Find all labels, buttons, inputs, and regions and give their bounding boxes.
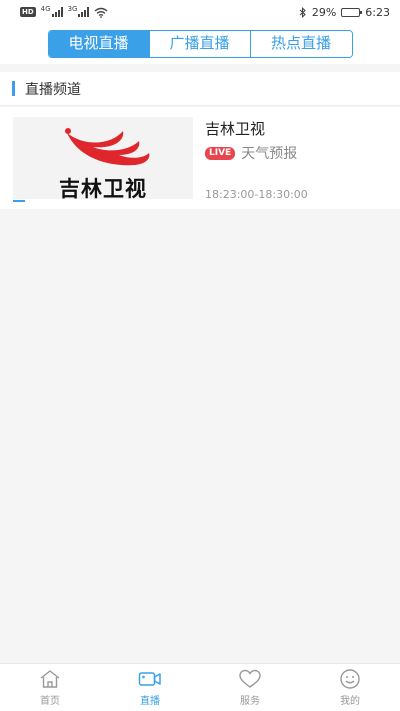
live-row: LIVE 天气预报 (205, 143, 297, 163)
nav-label-live: 直播 (140, 696, 160, 707)
nav-label-mine: 我的 (340, 696, 360, 707)
nav-item-home[interactable]: 首页 (0, 664, 100, 711)
program-name: 天气预报 (241, 146, 298, 162)
nav-label-home: 首页 (40, 696, 60, 707)
signal-icon (51, 7, 63, 17)
thumbnail-channel-text: 吉林卫视 (59, 177, 147, 199)
network-type-label: 4G (40, 5, 51, 13)
section-title: 直播频道 (25, 81, 81, 98)
heart-icon (239, 669, 261, 688)
nav-item-service[interactable]: 服务 (200, 664, 300, 711)
section-header: 直播频道 (0, 72, 400, 106)
signal-icon-2 (78, 7, 90, 17)
header: 电视直播 广播直播 热点直播 (0, 24, 400, 64)
nav-item-live[interactable]: 直播 (100, 664, 200, 711)
home-icon (40, 670, 60, 688)
channel-thumbnail[interactable]: 吉林卫视 (13, 117, 193, 199)
channel-card[interactable]: 吉林卫视 吉林卫视 LIVE 天气预报 18:23:00-18:30:00 (0, 107, 400, 209)
status-bar: HD 4G 3G 29% 6:23 (0, 0, 400, 24)
nav-item-mine[interactable]: 我的 (300, 664, 400, 711)
smiley-icon (340, 669, 360, 689)
battery-percent: 29% (311, 5, 337, 19)
wifi-icon (95, 7, 108, 18)
nav-label-service: 服务 (240, 696, 260, 707)
status-left: HD 4G 3G (20, 5, 108, 18)
network-type-label-2: 3G (67, 5, 78, 13)
live-badge: LIVE (205, 146, 236, 160)
clock: 6:23 (365, 5, 390, 19)
tab-tv-live[interactable]: 电视直播 (48, 31, 150, 57)
jilin-tv-logo-icon (65, 128, 150, 166)
bluetooth-icon (299, 6, 306, 18)
video-camera-icon (138, 672, 161, 686)
program-time-range: 18:23:00-18:30:00 (205, 188, 308, 201)
live-type-tabs: 电视直播 广播直播 热点直播 (47, 30, 353, 58)
battery-icon (341, 7, 363, 17)
status-right: 29% 6:23 (299, 6, 390, 19)
tab-radio-live[interactable]: 广播直播 (149, 31, 251, 57)
progress-indicator (13, 200, 25, 202)
bottom-nav: 首页 直播 服务 我的 (0, 663, 400, 711)
hd-icon: HD (20, 7, 36, 17)
section-accent-bar (12, 81, 15, 96)
tab-hot-live[interactable]: 热点直播 (250, 31, 352, 57)
channel-name: 吉林卫视 (205, 120, 266, 138)
